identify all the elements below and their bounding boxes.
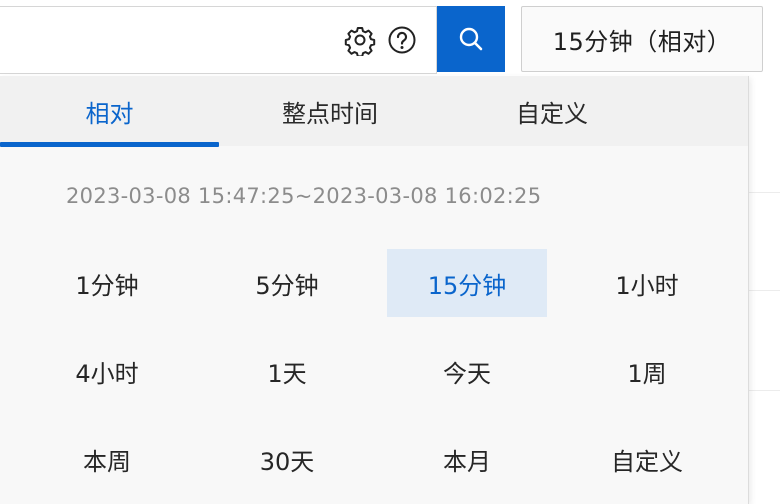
option-15min[interactable]: 15分钟: [387, 249, 547, 317]
option-this-week[interactable]: 本周: [27, 425, 187, 493]
help-icon[interactable]: [386, 24, 418, 56]
option-this-month[interactable]: 本月: [387, 425, 547, 493]
time-mode-tabs: 相对 整点时间 自定义: [0, 76, 748, 147]
option-custom[interactable]: 自定义: [567, 425, 727, 493]
tab-relative[interactable]: 相对: [0, 76, 219, 146]
time-range-button[interactable]: 15分钟（相对）: [521, 6, 763, 72]
option-today[interactable]: 今天: [387, 337, 547, 405]
tab-whole-hour[interactable]: 整点时间: [219, 76, 441, 146]
divider: [748, 192, 780, 193]
gear-icon[interactable]: [344, 24, 376, 58]
search-button[interactable]: [437, 6, 505, 72]
tab-custom[interactable]: 自定义: [441, 76, 663, 146]
option-1hour[interactable]: 1小时: [567, 249, 727, 317]
option-1min[interactable]: 1分钟: [27, 249, 187, 317]
divider: [748, 390, 780, 391]
option-5min[interactable]: 5分钟: [207, 249, 367, 317]
option-1week[interactable]: 1周: [567, 337, 727, 405]
top-toolbar: 15分钟（相对）: [0, 0, 780, 76]
search-icon: [459, 27, 483, 51]
active-tab-indicator: [0, 142, 219, 147]
time-range-dropdown: 相对 整点时间 自定义 2023-03-08 15:47:25~2023-03-…: [0, 76, 749, 504]
time-range-text: 2023-03-08 15:47:25~2023-03-08 16:02:25: [66, 184, 542, 208]
option-4hours[interactable]: 4小时: [27, 337, 187, 405]
option-1day[interactable]: 1天: [207, 337, 367, 405]
option-30days[interactable]: 30天: [207, 425, 367, 493]
divider: [748, 290, 780, 291]
